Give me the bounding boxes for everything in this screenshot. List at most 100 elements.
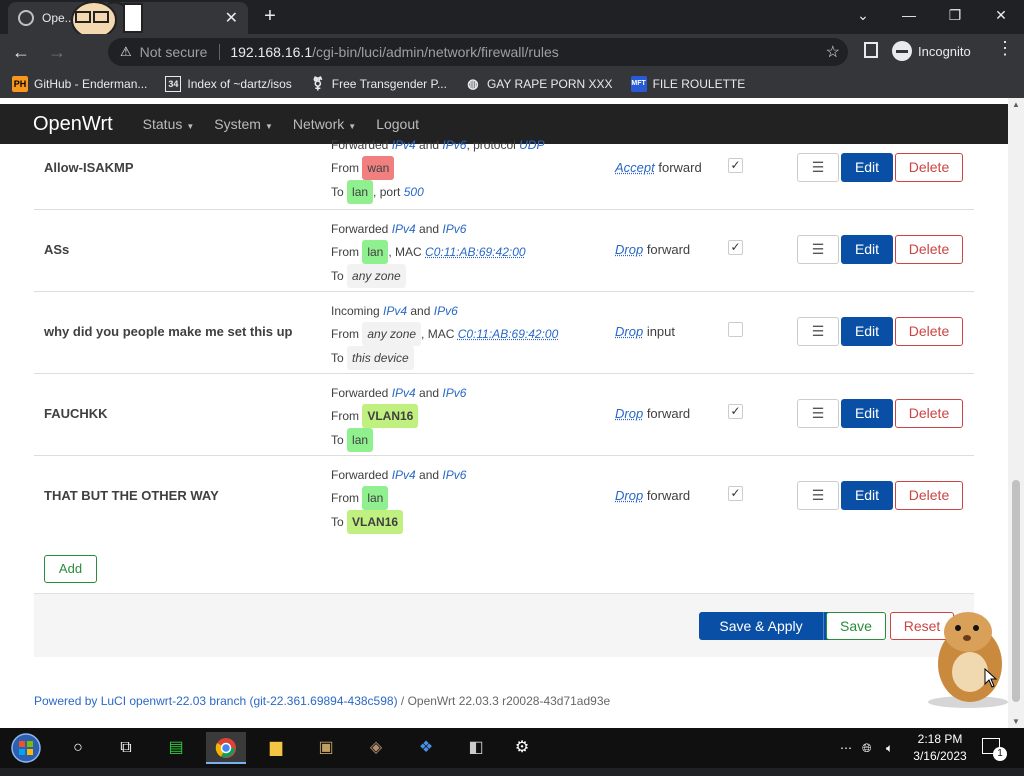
bookmark-label: GitHub - Enderman... [34, 77, 148, 91]
nav-network[interactable]: Network ▼ [293, 116, 356, 132]
mac-address: C0:11:AB:69:42:00 [457, 327, 559, 341]
vm-app-icon[interactable]: ◧ [456, 732, 496, 764]
system-clock[interactable]: 2:18 PM 3/16/2023 [908, 731, 972, 765]
tab-search-icon[interactable]: ⌄ [840, 0, 886, 30]
bookmark-label: Free Transgender P... [331, 77, 447, 91]
drag-handle-button[interactable]: ☰ [797, 317, 839, 346]
rule-action: Accept forward [615, 160, 702, 175]
window-close-icon[interactable]: ✕ [978, 0, 1024, 30]
edit-button[interactable]: Edit [841, 235, 893, 264]
tab-close-icon[interactable]: ✕ [225, 8, 238, 28]
edit-button[interactable]: Edit [841, 317, 893, 346]
zone-badge: any zone [347, 264, 406, 288]
browser-menu-icon[interactable]: ⋮ [996, 38, 1014, 59]
bookmark-item[interactable]: 34 Index of ~dartz/isos [165, 76, 292, 92]
edit-button[interactable]: Edit [841, 399, 893, 428]
bookmark-item[interactable]: MFT FILE ROULETTE [630, 76, 745, 92]
page-viewport: OpenWrt Status ▼ System ▼ Network ▼ Logout … [0, 98, 1008, 728]
rule-name: ASs [44, 242, 70, 257]
table-row: FAUCHKK Forwarded IPv4 and IPv6 From VLA… [34, 374, 974, 456]
rule-action: Drop forward [615, 242, 691, 257]
security-status[interactable]: Not secure [140, 44, 208, 60]
drag-handle-button[interactable]: ☰ [797, 153, 839, 182]
task-view-icon[interactable]: ⧉ [106, 732, 146, 764]
bookmark-star-icon[interactable]: ☆ [826, 42, 840, 62]
address-bar[interactable]: ⚠ Not secure 192.168.16.1 /cgi-bin/luci/… [108, 38, 848, 66]
delete-button[interactable]: Delete [895, 317, 963, 346]
zone-badge: VLAN16 [347, 510, 404, 534]
rule-match: Forwarded IPv4 and IPv6, protocol UDP Fr… [331, 134, 544, 204]
app-icon[interactable]: ◈ [356, 732, 396, 764]
bookmark-label: Index of ~dartz/isos [187, 77, 292, 91]
chrome-icon[interactable] [206, 732, 246, 764]
network-globe-icon[interactable]: 🌐︎ [862, 728, 872, 768]
rule-enabled-checkbox[interactable]: ✓ [728, 240, 743, 255]
caret-down-icon: ▼ [186, 122, 195, 131]
settings-gear-icon[interactable]: ⚙ [502, 732, 542, 764]
game-app-icon[interactable]: ▣ [306, 732, 346, 764]
rule-action: Drop forward [615, 488, 691, 503]
browser-toolbar: ← → ⚠ Not secure 192.168.16.1 /cgi-bin/l… [0, 34, 1024, 70]
edit-button[interactable]: Edit [841, 153, 893, 182]
bookmark-item[interactable]: ◍ GAY RAPE PORN XXX [465, 76, 612, 92]
save-apply-button[interactable]: Save & Apply [699, 612, 823, 640]
warning-icon[interactable]: ⚠ [120, 44, 132, 60]
nav-status[interactable]: Status ▼ [143, 116, 195, 132]
forward-icon[interactable]: → [42, 37, 72, 67]
incognito-indicator[interactable]: Incognito [892, 39, 971, 63]
trans-icon: ⚧ [312, 76, 324, 91]
scrollbar-thumb[interactable] [1012, 480, 1020, 702]
hamster-sticker-icon [928, 612, 1008, 708]
minimize-icon[interactable]: — [886, 0, 932, 30]
globe-icon: ◍ [467, 76, 479, 91]
delete-button[interactable]: Delete [895, 399, 963, 428]
scroll-down-icon[interactable]: ▼ [1011, 717, 1021, 726]
rule-name: FAUCHKK [44, 406, 108, 421]
bookmark-item[interactable]: ⚧ Free Transgender P... [310, 76, 447, 92]
ph-icon: PH [12, 76, 28, 92]
divider [219, 44, 221, 60]
zone-badge: wan [362, 156, 395, 180]
nav-system[interactable]: System ▼ [214, 116, 273, 132]
delete-button[interactable]: Delete [895, 235, 963, 264]
back-icon[interactable]: ← [6, 37, 36, 67]
start-button-icon[interactable] [6, 732, 46, 764]
rule-enabled-checkbox[interactable]: ✓ [728, 486, 743, 501]
new-tab-icon[interactable]: + [258, 4, 282, 28]
network-app-icon[interactable]: ❖ [406, 732, 446, 764]
side-panel-icon[interactable] [864, 42, 878, 58]
zone-badge: this device [347, 346, 414, 370]
rule-name: Allow-ISAKMP [44, 160, 134, 175]
save-button[interactable]: Save [826, 612, 886, 640]
green-app-icon[interactable]: ▤ [156, 732, 196, 764]
zone-badge: lan [362, 486, 389, 510]
nav-logout[interactable]: Logout [376, 116, 419, 132]
drag-handle-button[interactable]: ☰ [797, 481, 839, 510]
delete-button[interactable]: Delete [895, 481, 963, 510]
tray-overflow-icon[interactable]: ⋯ [840, 728, 852, 768]
drag-handle-button[interactable]: ☰ [797, 235, 839, 264]
file-explorer-icon[interactable]: ▆ [256, 732, 296, 764]
cartoon-face-sticker-icon [71, 1, 143, 34]
notification-center-icon[interactable]: 1 [982, 738, 1007, 761]
page-scrollbar[interactable]: ▲ ▼ [1008, 98, 1024, 728]
volume-icon[interactable]: 🔈︎ [886, 728, 893, 768]
brand-logo[interactable]: OpenWrt [33, 113, 113, 136]
rule-enabled-checkbox[interactable] [728, 322, 743, 337]
mouse-cursor-icon [984, 668, 998, 688]
luci-link[interactable]: Powered by LuCI openwrt-22.03 branch (gi… [34, 694, 398, 708]
search-icon[interactable]: ○ [58, 732, 98, 764]
add-rule-button[interactable]: Add [44, 555, 97, 583]
rule-match: Forwarded IPv4 and IPv6 From lan, MAC C0… [331, 218, 526, 288]
edit-button[interactable]: Edit [841, 481, 893, 510]
scroll-up-icon[interactable]: ▲ [1011, 100, 1021, 109]
notification-count: 1 [993, 747, 1007, 761]
drag-handle-button[interactable]: ☰ [797, 399, 839, 428]
maximize-icon[interactable]: ❐ [932, 0, 978, 30]
zone-badge: lan [347, 428, 374, 452]
page-actions: Save & Apply ▼ Save Reset [34, 593, 974, 657]
rule-enabled-checkbox[interactable]: ✓ [728, 158, 743, 173]
delete-button[interactable]: Delete [895, 153, 963, 182]
rule-enabled-checkbox[interactable]: ✓ [728, 404, 743, 419]
bookmark-item[interactable]: PH GitHub - Enderman... [12, 76, 147, 92]
